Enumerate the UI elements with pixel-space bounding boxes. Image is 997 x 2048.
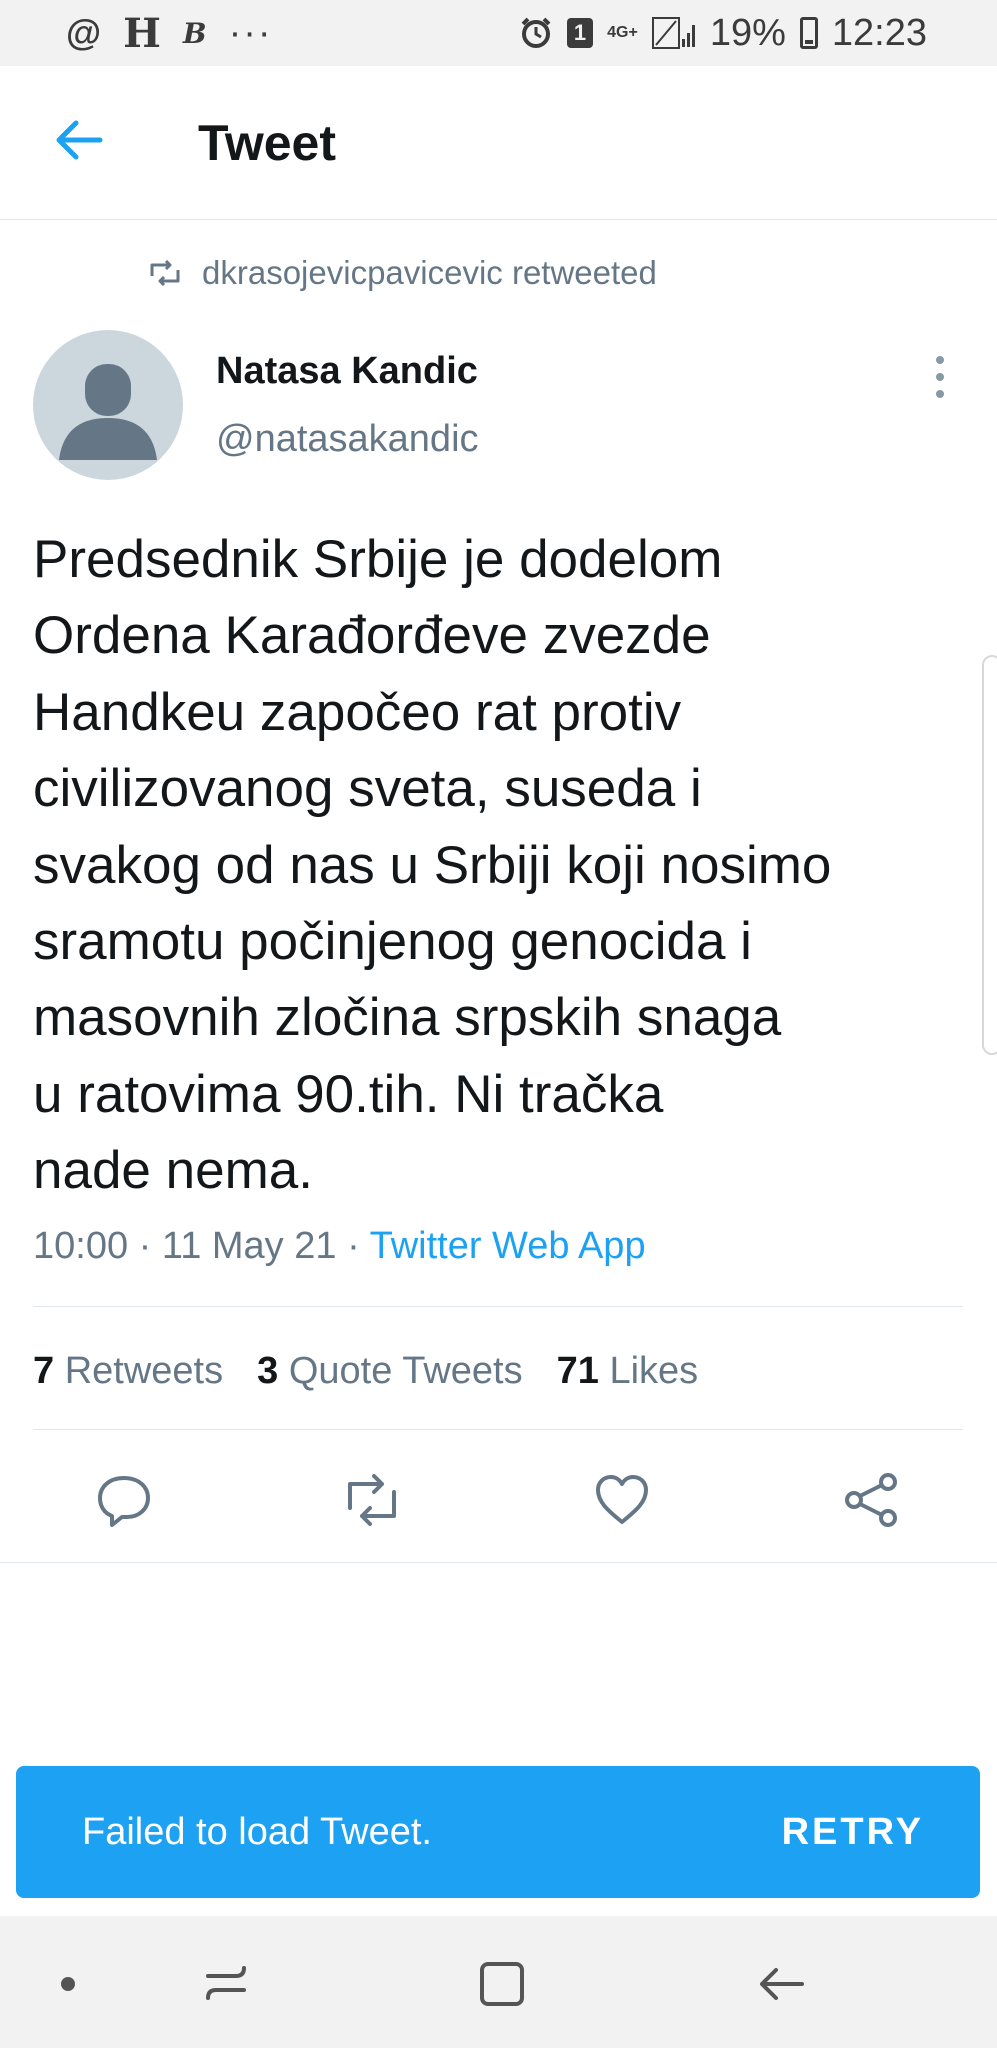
signal-icon [651, 17, 695, 49]
quote-tweets-count: 3 [257, 1350, 279, 1392]
share-icon[interactable] [840, 1468, 904, 1532]
home-icon[interactable] [472, 1954, 532, 2014]
more-notifications-icon: ··· [228, 11, 273, 54]
retweet-small-icon [150, 260, 180, 286]
tweet-text-line: Ordena Karađorđeve zvezde [33, 606, 711, 666]
retweet-context[interactable]: dkrasojevicpavicevic retweeted [148, 254, 657, 292]
status-right-icons: 1 4G+ 19% 12:23 [519, 12, 997, 55]
default-avatar-icon [59, 364, 157, 460]
clock: 12:23 [831, 11, 927, 54]
at-notification-icon: @ [66, 12, 102, 53]
status-bar: @ H B ··· 1 4G+ 19% 12:23 [0, 0, 997, 66]
more-vertical-icon[interactable] [925, 352, 955, 402]
retweets-label: Retweets [64, 1350, 224, 1392]
error-toast: Failed to load Tweet. RETRY [16, 1766, 980, 1898]
sim-badge: 1 [566, 18, 594, 48]
avatar[interactable] [33, 330, 183, 480]
tweet-text-line: civilizovanog sveta, suseda i [33, 759, 702, 819]
nav-dot-icon[interactable] [38, 1954, 98, 2014]
heart-icon[interactable] [590, 1468, 654, 1532]
likes-count: 71 [556, 1350, 599, 1392]
toast-message: Failed to load Tweet. [82, 1810, 432, 1853]
author-handle[interactable]: @natasakandic [216, 418, 479, 461]
likes-label: Likes [609, 1350, 699, 1392]
meta-separator: · [347, 1225, 360, 1267]
retry-button[interactable]: RETRY [782, 1811, 924, 1854]
b-notification-icon: B [182, 16, 207, 50]
tweet-date: 11 May 21 [161, 1225, 337, 1267]
quote-tweets-stat[interactable]: 3 Quote Tweets [257, 1350, 522, 1393]
network-type-label: 4G+ [607, 24, 638, 41]
tweet-meta: 10:00 · 11 May 21 · Twitter Web App [33, 1225, 646, 1268]
h-notification-icon: H [123, 9, 161, 57]
tweet-text-line: svakog od nas u Srbiji koji nosimo [33, 835, 832, 895]
scroll-edge-indicator [982, 655, 997, 1055]
reply-icon[interactable] [92, 1468, 156, 1532]
tweet-actions [0, 1460, 997, 1540]
tweet-text-line: masovnih zločina srpskih snaga [33, 988, 782, 1048]
tweet-source-link[interactable]: Twitter Web App [370, 1225, 646, 1267]
tweet-text-line: Predsednik Srbije je dodelom [33, 530, 723, 589]
meta-separator: · [138, 1225, 152, 1267]
back-nav-icon[interactable] [750, 1954, 810, 2014]
tweet-text-line: Handkeu započeo rat protiv [33, 682, 682, 742]
divider [33, 1306, 963, 1307]
status-left-icons: @ H B ··· [0, 10, 273, 57]
battery-percent: 19% [709, 11, 786, 54]
recent-apps-icon[interactable] [196, 1954, 256, 2014]
battery-icon [799, 17, 818, 49]
divider [33, 1429, 963, 1430]
retweets-stat[interactable]: 7 Retweets [33, 1350, 223, 1393]
tweet-stats: 7 Retweets 3 Quote Tweets 71 Likes [33, 1350, 698, 1393]
tweet-text-line: sramotu počinjenog genocida i [33, 912, 752, 972]
quote-tweets-label: Quote Tweets [288, 1350, 523, 1392]
tweet-text-line: nade nema. [33, 1141, 313, 1201]
divider [0, 1562, 997, 1563]
retweet-context-text: dkrasojevicpavicevic retweeted [202, 254, 657, 291]
app-header: Tweet [0, 66, 997, 220]
retweets-count: 7 [33, 1350, 55, 1392]
system-nav-bar [0, 1916, 997, 2048]
page-title: Tweet [198, 115, 336, 171]
author-name[interactable]: Natasa Kandic [216, 350, 478, 393]
arrow-left-icon[interactable] [48, 110, 108, 170]
tweet-text-line: u ratovima 90.tih. Ni tračka [33, 1064, 664, 1124]
retweet-icon[interactable] [340, 1468, 404, 1532]
tweet-time: 10:00 [33, 1225, 129, 1267]
tweet-text: Predsednik Srbije je dodelom Ordena Kara… [33, 522, 973, 1210]
alarm-icon [521, 17, 551, 48]
likes-stat[interactable]: 71 Likes [557, 1350, 699, 1393]
